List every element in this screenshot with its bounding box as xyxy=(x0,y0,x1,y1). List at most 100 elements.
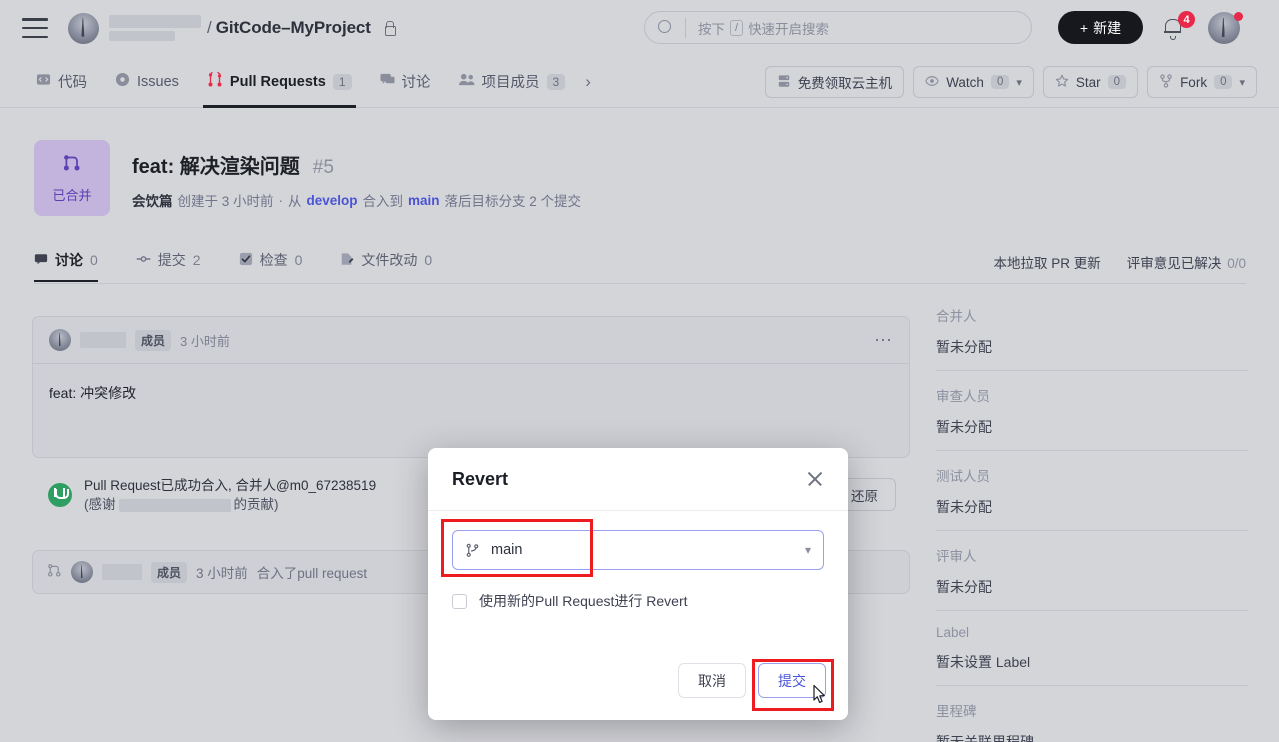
watch-count: 0 xyxy=(991,75,1009,89)
branch-select[interactable]: main ▾ xyxy=(452,530,824,570)
event-author-redacted[interactable] xyxy=(102,564,142,580)
free-cloud-host-button[interactable]: 免费领取云主机 xyxy=(765,66,905,98)
notification-count-badge: 4 xyxy=(1178,11,1195,28)
nav-tab-issues-label: Issues xyxy=(137,74,179,90)
submit-button[interactable]: 提交 xyxy=(758,663,826,698)
pr-meta-dot: · xyxy=(279,193,284,208)
sidebar-value-milestone[interactable]: 暂无关联里程碑 xyxy=(936,732,1248,742)
tab-files-changed[interactable]: 文件改动 0 xyxy=(340,250,432,281)
new-pr-checkbox[interactable] xyxy=(452,594,467,609)
eye-icon xyxy=(925,74,939,91)
pr-header: 已合并 feat: 解决渲染问题 #5 会饮篇 创建于 3 小时前 · 从 de… xyxy=(34,140,1246,216)
tab-files-changed-label: 文件改动 xyxy=(361,250,417,270)
new-pr-checkbox-row: 使用新的Pull Request进行 Revert xyxy=(452,591,824,611)
fork-button[interactable]: Fork 0 ▾ xyxy=(1147,66,1257,98)
fork-label: Fork xyxy=(1180,75,1207,90)
pr-created: 创建于 3 小时前 xyxy=(178,190,274,210)
close-icon[interactable] xyxy=(806,470,824,488)
sidebar-label-merger: 合并人 xyxy=(936,305,1248,325)
revert-dialog-title: Revert xyxy=(452,469,508,490)
tab-discussion[interactable]: 讨论 0 xyxy=(34,250,98,281)
nav-tab-code-label: 代码 xyxy=(58,71,87,92)
pr-number: #5 xyxy=(313,157,334,179)
sidebar-label-testers: 测试人员 xyxy=(936,465,1248,485)
new-pr-checkbox-label: 使用新的Pull Request进行 Revert xyxy=(479,591,688,611)
pr-author[interactable]: 会饮篇 xyxy=(132,190,173,210)
status-badge-label: 已合并 xyxy=(52,185,91,204)
star-button[interactable]: Star 0 xyxy=(1043,66,1138,98)
sidebar-value-merger[interactable]: 暂未分配 xyxy=(936,337,1248,357)
nav-tab-issues[interactable]: Issues xyxy=(101,56,193,108)
breadcrumb-separator: / xyxy=(207,18,212,38)
star-icon xyxy=(1055,74,1069,91)
sidebar-label-milestone: 里程碑 xyxy=(936,700,1248,720)
comment-card: 成员 3 小时前 ⋯ feat: 冲突修改 xyxy=(32,316,910,458)
pull-request-icon xyxy=(47,563,62,581)
nav-tab-members-label: 项目成员 xyxy=(482,71,540,92)
pull-local-pr-update[interactable]: 本地拉取 PR 更新 xyxy=(993,252,1100,272)
sidebar-label-reviewers: 审查人员 xyxy=(936,385,1248,405)
sidebar-value-testers[interactable]: 暂未分配 xyxy=(936,497,1248,517)
nav-tab-discussion[interactable]: 讨论 xyxy=(366,56,445,108)
watch-button[interactable]: Watch 0 ▾ xyxy=(913,66,1034,98)
sidebar-value-approvers[interactable]: 暂未分配 xyxy=(936,577,1248,597)
nav-tab-discussion-label: 讨论 xyxy=(402,71,431,92)
repo-name[interactable]: GitCode–MyProject xyxy=(216,18,371,38)
nav-tab-members-count: 3 xyxy=(547,74,566,90)
members-icon xyxy=(459,72,475,91)
more-horizontal-icon[interactable]: ⋯ xyxy=(874,330,893,351)
tab-checks-count: 0 xyxy=(295,252,303,268)
revert-dialog-footer: 取消 提交 xyxy=(678,663,826,698)
nav-tab-pull-requests[interactable]: Pull Requests 1 xyxy=(193,56,366,108)
owner-avatar[interactable] xyxy=(68,13,99,44)
pr-target-branch[interactable]: main xyxy=(408,193,440,208)
review-resolved-count: 0/0 xyxy=(1227,256,1246,271)
plus-icon: + xyxy=(1080,20,1088,36)
chevron-right-icon[interactable]: › xyxy=(585,72,591,92)
tab-commits[interactable]: 提交 2 xyxy=(136,250,201,281)
search-input[interactable]: 按下 / 快速开启搜索 xyxy=(644,11,1032,44)
search-hint-after: 快速开启搜索 xyxy=(748,18,829,38)
comment-icon xyxy=(380,72,395,91)
tab-checks[interactable]: 检查 0 xyxy=(239,250,303,281)
search-key-hint: / xyxy=(730,20,743,36)
pr-source-branch[interactable]: develop xyxy=(307,193,358,208)
branch-icon xyxy=(465,543,480,558)
revert-dialog-header: Revert xyxy=(428,448,848,511)
pr-sidebar: 合并人 暂未分配 审查人员 暂未分配 测试人员 暂未分配 评审人 暂未分配 La… xyxy=(936,305,1248,742)
tab-commits-count: 2 xyxy=(193,252,201,268)
owner-name-redacted[interactable] xyxy=(109,15,201,41)
search-divider xyxy=(685,18,686,38)
event-text: 合入了pull request xyxy=(257,562,367,582)
pull-request-icon xyxy=(207,72,223,92)
revert-dialog: Revert main ▾ 使用新的Pull Request进行 Reve xyxy=(428,448,848,720)
member-badge: 成员 xyxy=(135,330,171,351)
pr-meta: 会饮篇 创建于 3 小时前 · 从 develop 合入到 main 落后目标分… xyxy=(132,190,581,210)
review-resolved-label: 评审意见已解决 xyxy=(1127,256,1222,271)
cancel-button[interactable]: 取消 xyxy=(678,663,746,698)
review-resolved[interactable]: 评审意见已解决 0/0 xyxy=(1127,252,1246,272)
nav-tab-pull-requests-label: Pull Requests xyxy=(230,74,326,90)
sidebar-value-reviewers[interactable]: 暂未分配 xyxy=(936,417,1248,437)
new-button[interactable]: + 新建 xyxy=(1058,11,1143,44)
chevron-down-icon[interactable]: ▾ xyxy=(805,543,811,557)
nav-tab-members[interactable]: 项目成员 3 xyxy=(445,56,580,108)
sidebar-label-approvers: 评审人 xyxy=(936,545,1248,565)
avatar[interactable] xyxy=(71,561,93,583)
contributor-redacted xyxy=(119,499,231,512)
pr-subtabs-actions: 本地拉取 PR 更新 评审意见已解决 0/0 xyxy=(993,252,1246,272)
sidebar-value-label[interactable]: 暂未设置 Label xyxy=(936,652,1248,672)
chevron-down-icon[interactable]: ▾ xyxy=(1016,76,1022,89)
chevron-down-icon[interactable]: ▾ xyxy=(1239,76,1245,89)
comment-author-redacted[interactable] xyxy=(80,332,126,348)
hamburger-icon[interactable] xyxy=(22,18,48,38)
branch-select-value: main xyxy=(491,542,522,558)
avatar[interactable] xyxy=(49,329,71,351)
nav-tab-code[interactable]: 代码 xyxy=(22,56,101,108)
tab-checks-label: 检查 xyxy=(260,250,288,270)
search-hint-before: 按下 xyxy=(698,18,725,38)
merged-success-icon xyxy=(48,483,72,507)
nav-tab-pull-requests-count: 1 xyxy=(333,74,352,90)
revert-dialog-body: main ▾ 使用新的Pull Request进行 Revert xyxy=(428,511,848,611)
thanks-prefix: (感谢 xyxy=(84,497,116,512)
